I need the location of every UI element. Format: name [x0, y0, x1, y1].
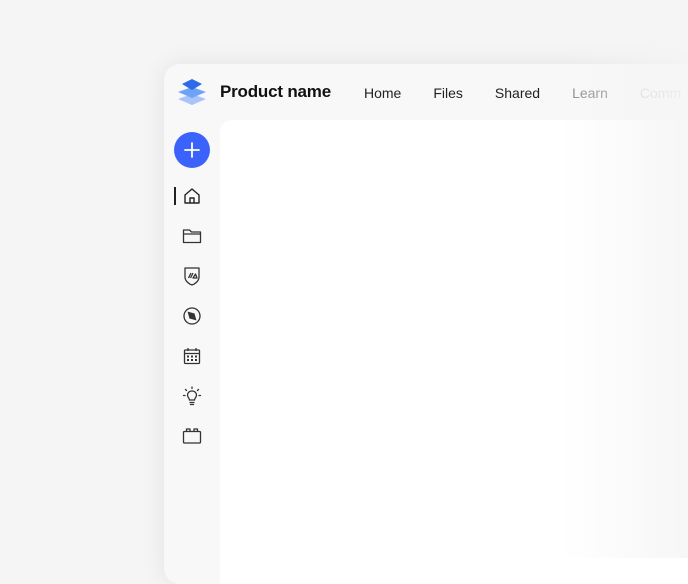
home-icon	[184, 188, 200, 204]
sidebar-item-libraries[interactable]	[180, 264, 204, 288]
app-window: Product name Home Files Shared Learn Com…	[164, 64, 688, 584]
calendar-icon	[183, 348, 201, 365]
folder-icon	[182, 229, 202, 244]
plus-icon	[184, 142, 200, 158]
sidebar-item-discover[interactable]	[180, 304, 204, 328]
sidebar-item-calendar[interactable]	[180, 344, 204, 368]
product-name: Product name	[220, 82, 331, 101]
sidebar-item-home[interactable]	[180, 184, 204, 208]
sidebar-item-files[interactable]	[180, 224, 204, 248]
nav-files[interactable]: Files	[433, 85, 463, 101]
layers-icon	[178, 79, 206, 105]
shield-shapes-icon	[184, 267, 200, 286]
compass-icon	[183, 307, 201, 325]
sidebar-item-apps[interactable]	[180, 424, 204, 448]
active-indicator	[174, 187, 176, 205]
nav-community[interactable]: Comm	[640, 85, 681, 101]
nav-home[interactable]: Home	[364, 85, 401, 101]
lightbulb-icon	[182, 386, 202, 406]
briefcase-icon	[182, 428, 202, 444]
top-nav: Home Files Shared Learn Comm	[364, 85, 688, 101]
nav-learn[interactable]: Learn	[572, 85, 608, 101]
content-panel	[220, 120, 688, 584]
nav-shared[interactable]: Shared	[495, 85, 540, 101]
sidebar-item-learn[interactable]	[180, 384, 204, 408]
create-button[interactable]	[174, 132, 210, 168]
